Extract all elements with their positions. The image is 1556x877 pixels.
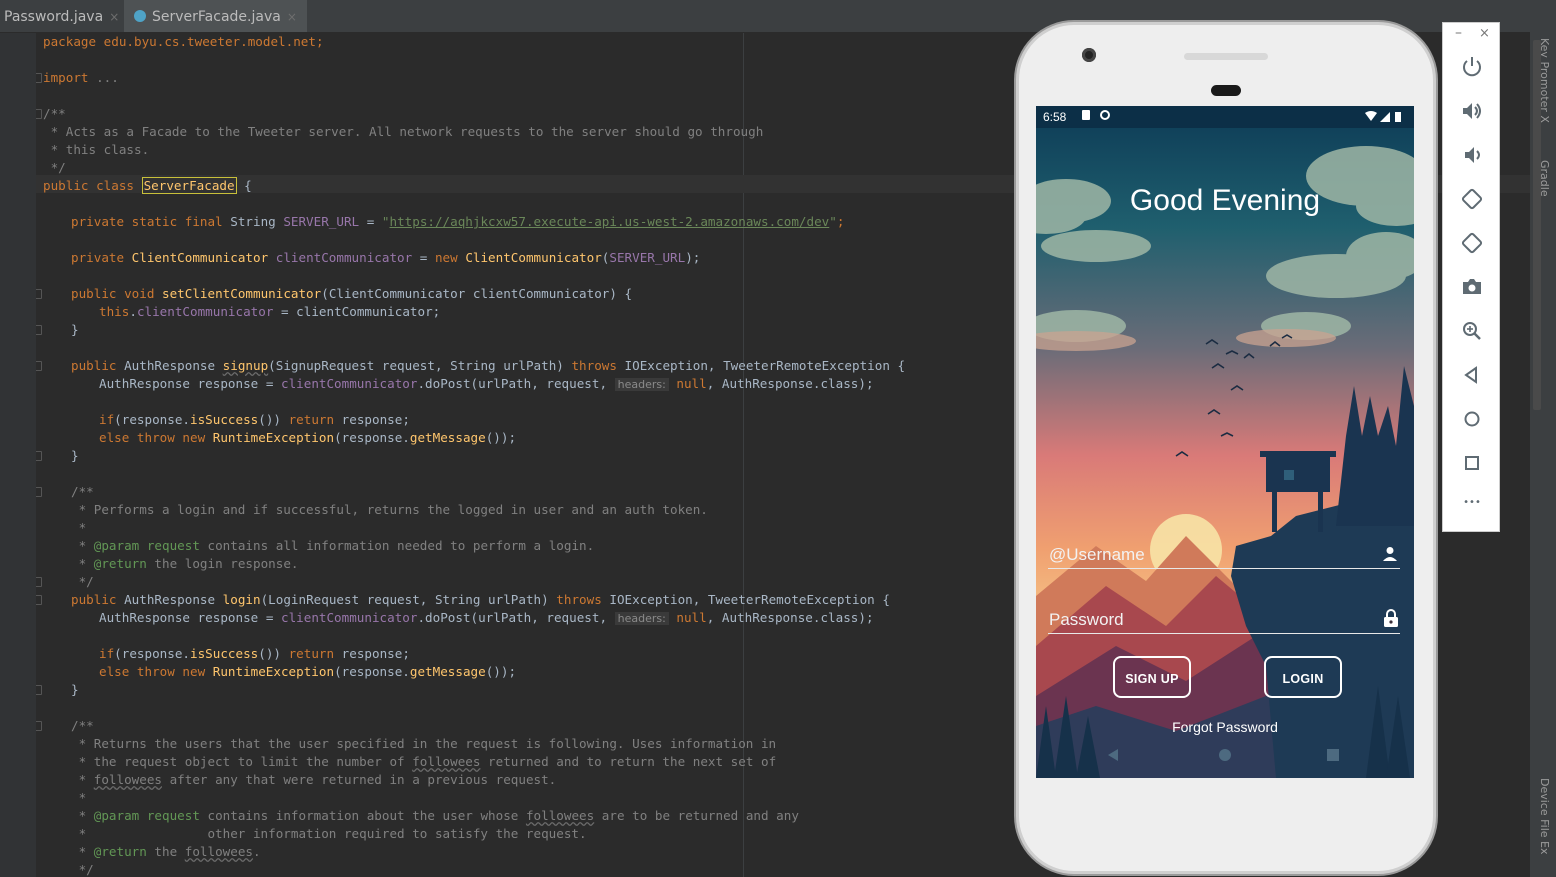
close-icon[interactable]: ×: [109, 10, 119, 24]
power-icon[interactable]: [1460, 55, 1484, 79]
code-line: public void setClientCommunicator(Client…: [71, 286, 633, 301]
code-line: else throw new RuntimeException(response…: [99, 664, 517, 679]
code-line: }: [71, 322, 79, 337]
login-button[interactable]: LOGIN: [1264, 656, 1342, 698]
code-line: private ClientCommunicator clientCommuni…: [71, 250, 701, 265]
code-line: AuthResponse response = clientCommunicat…: [99, 610, 874, 625]
fold-marker[interactable]: [36, 109, 42, 119]
password-placeholder: Password: [1049, 610, 1124, 629]
code-line: /**: [71, 718, 94, 733]
camera-icon[interactable]: [1460, 275, 1484, 299]
editor-scrollbar[interactable]: [1533, 40, 1541, 410]
code-line: /**: [43, 106, 66, 121]
fold-marker[interactable]: [36, 577, 42, 587]
editor-gutter: [0, 33, 36, 877]
code-line: if(response.isSuccess()) return response…: [99, 646, 410, 661]
fold-marker[interactable]: [36, 73, 42, 83]
wifi-signal-battery-icons: [1365, 111, 1401, 122]
tab-label: Password.java: [4, 9, 104, 25]
tab-serverfacade-java[interactable]: ServerFacade.java ×: [124, 0, 307, 32]
volume-down-icon[interactable]: [1460, 143, 1484, 167]
clock: 6:58: [1043, 110, 1067, 124]
fold-marker[interactable]: [36, 289, 42, 299]
fold-marker[interactable]: [36, 685, 42, 695]
code-line: * Returns the users that the user specif…: [71, 736, 777, 751]
sync-icon: [1100, 110, 1110, 120]
fold-marker[interactable]: [36, 595, 42, 605]
code-line: * Acts as a Facade to the Tweeter server…: [43, 124, 764, 139]
volume-up-icon[interactable]: [1460, 99, 1484, 123]
parameter-hint: headers:: [614, 378, 669, 391]
parameter-hint: headers:: [614, 612, 669, 625]
code-line: public class ServerFacade {: [43, 177, 252, 194]
minimize-button[interactable]: –: [1455, 25, 1462, 41]
fold-marker[interactable]: [36, 451, 42, 461]
server-url-link[interactable]: https://aqhjkcxw57.execute-api.us-west-2…: [389, 214, 829, 229]
code-line: * @param request contains information ab…: [71, 808, 799, 823]
code-line: * @return the followees.: [71, 844, 261, 859]
status-bar: 6:58: [1036, 106, 1414, 128]
code-line: */: [43, 160, 66, 175]
phone-screen[interactable]: 6:58 Good Evening @Username Password SIG…: [1036, 106, 1414, 778]
front-camera: [1082, 48, 1096, 62]
close-button[interactable]: ×: [1479, 26, 1490, 41]
fold-marker[interactable]: [36, 325, 42, 335]
proximity-sensor: [1211, 85, 1241, 96]
class-name-selection[interactable]: ServerFacade: [141, 177, 237, 194]
code-line: }: [71, 682, 79, 697]
forgot-password-link[interactable]: Forgot Password: [1036, 719, 1414, 735]
tab-password-java[interactable]: Password.java ×: [4, 0, 119, 32]
tab-label: ServerFacade.java: [152, 9, 281, 25]
back-icon[interactable]: [1460, 363, 1484, 387]
more-options-icon[interactable]: •••: [1460, 497, 1484, 521]
code-line: * @param request contains all informatio…: [71, 538, 595, 553]
code-line: */: [71, 862, 94, 877]
close-icon[interactable]: ×: [287, 10, 297, 24]
person-icon: [1383, 547, 1397, 561]
zoom-icon[interactable]: [1460, 319, 1484, 343]
earpiece-speaker: [1184, 53, 1268, 60]
code-line: */: [71, 574, 94, 589]
sign-up-button[interactable]: SIGN UP: [1113, 656, 1191, 698]
code-line: import ...: [43, 70, 119, 85]
code-line: * the request object to limit the number…: [71, 754, 777, 769]
sd-card-icon: [1082, 110, 1090, 120]
code-line: * Performs a login and if successful, re…: [71, 502, 708, 517]
code-line: * this class.: [43, 142, 150, 157]
code-line: *: [71, 790, 87, 805]
code-line: this.clientCommunicator = clientCommunic…: [99, 304, 441, 319]
fold-marker[interactable]: [36, 721, 42, 731]
code-line: AuthResponse response = clientCommunicat…: [99, 376, 874, 391]
overview-icon[interactable]: [1460, 451, 1484, 475]
code-line: package edu.byu.cs.tweeter.model.net;: [43, 34, 324, 49]
password-field[interactable]: Password: [1048, 603, 1400, 634]
java-class-icon: [134, 10, 146, 22]
username-field[interactable]: @Username: [1048, 538, 1400, 569]
rotate-right-icon[interactable]: [1460, 231, 1484, 255]
device-file-explorer-tool-button[interactable]: Device File Ex: [1538, 778, 1551, 854]
greeting-title: Good Evening: [1129, 184, 1321, 217]
code-line: * followees after any that were returned…: [71, 772, 557, 787]
fold-marker[interactable]: [36, 487, 42, 497]
rotate-left-icon[interactable]: [1460, 187, 1484, 211]
code-line: if(response.isSuccess()) return response…: [99, 412, 410, 427]
code-line: /**: [71, 484, 94, 499]
username-placeholder: @Username: [1049, 545, 1145, 564]
code-line: * @return the login response.: [71, 556, 299, 571]
code-line: }: [71, 448, 79, 463]
emulator-toolbar: – × •••: [1442, 22, 1500, 532]
code-line: * other information required to satisfy …: [71, 826, 587, 841]
code-line: public AuthResponse signup(SignupRequest…: [71, 358, 906, 373]
code-line: private static final String SERVER_URL =…: [71, 214, 845, 229]
lock-icon: [1384, 609, 1398, 627]
code-line: public AuthResponse login(LoginRequest r…: [71, 592, 890, 607]
home-icon[interactable]: [1460, 407, 1484, 431]
code-line: *: [71, 520, 87, 535]
fold-marker[interactable]: [36, 361, 42, 371]
code-line: else throw new RuntimeException(response…: [99, 430, 517, 445]
